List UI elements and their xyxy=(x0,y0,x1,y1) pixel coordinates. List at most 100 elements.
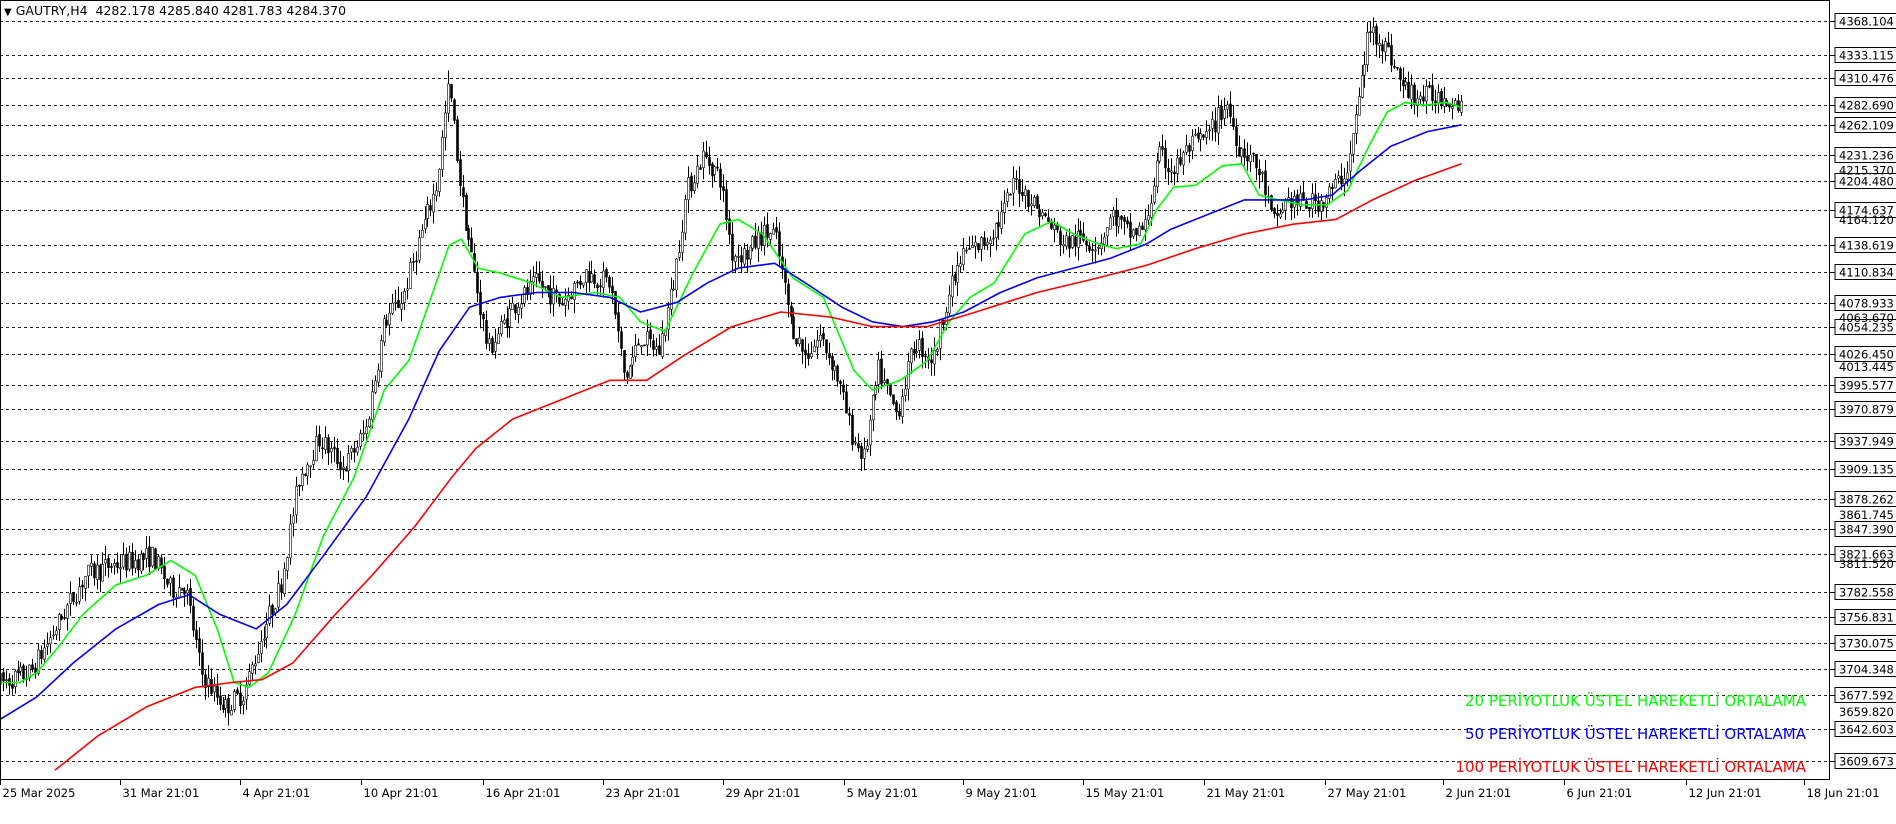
candle-body xyxy=(968,248,971,250)
candle-body xyxy=(1158,146,1161,162)
candle-body xyxy=(1106,227,1109,237)
candle-body xyxy=(406,288,409,291)
price-label: 4262.109 xyxy=(1839,119,1894,133)
candle-body xyxy=(848,413,851,416)
candle-body xyxy=(877,359,880,385)
candle-body xyxy=(99,564,102,580)
candle-body xyxy=(997,222,1000,228)
candle-body xyxy=(1352,133,1355,155)
candle-body xyxy=(163,565,166,580)
candle-body xyxy=(1079,229,1082,236)
candle-body xyxy=(377,369,380,383)
price-label: 4138.619 xyxy=(1839,239,1894,253)
candle-body xyxy=(195,629,198,640)
candle-body xyxy=(1293,195,1296,208)
candle-body xyxy=(330,448,333,452)
price-label: 3970.879 xyxy=(1839,403,1894,417)
candle-body xyxy=(400,303,403,310)
candle-body xyxy=(1097,246,1100,249)
candle-body xyxy=(1375,25,1378,45)
candle-body xyxy=(435,190,438,197)
candle-body xyxy=(63,617,66,619)
price-label: 4231.236 xyxy=(1839,149,1894,163)
candle-body xyxy=(1258,169,1261,176)
candle-body xyxy=(1413,84,1416,106)
candle-body xyxy=(438,168,441,192)
candle-body xyxy=(119,567,122,570)
candle-body xyxy=(1003,202,1006,213)
candle-body xyxy=(1126,220,1129,225)
candle-body xyxy=(260,640,263,654)
candle-body xyxy=(661,333,664,357)
candle-body xyxy=(1129,221,1132,238)
candle-body xyxy=(672,288,675,291)
candle-body xyxy=(1399,68,1402,80)
candle-body xyxy=(1012,177,1015,194)
candle-body xyxy=(734,255,737,262)
candle-body xyxy=(230,709,233,716)
candle-body xyxy=(470,237,473,253)
candle-body xyxy=(690,175,693,192)
candle-body xyxy=(860,445,863,460)
x-tick-label: 4 Apr 21:01 xyxy=(243,786,311,800)
candle-body xyxy=(277,583,280,608)
candle-body xyxy=(265,624,268,639)
candle-body xyxy=(169,577,172,584)
candle-body xyxy=(1331,186,1334,189)
candle-body xyxy=(271,604,274,615)
candle-body xyxy=(371,391,374,421)
price-axis: 4368.104 4333.115 4310.476 4282.690 4262.109… xyxy=(1830,13,1896,769)
candle-body xyxy=(986,242,989,245)
candle-body xyxy=(1378,43,1381,46)
candle-body xyxy=(681,231,684,253)
candle-body xyxy=(1437,92,1440,104)
candle-body xyxy=(1053,224,1056,231)
candle-body xyxy=(1346,172,1349,180)
candle-body xyxy=(1123,217,1126,222)
candle-body xyxy=(857,443,860,449)
candle-body xyxy=(1036,195,1039,209)
candle-body xyxy=(798,337,801,345)
candle-body xyxy=(421,230,424,238)
candle-body xyxy=(795,338,798,345)
candle-body xyxy=(523,287,526,304)
candle-body xyxy=(634,345,637,357)
candle-body xyxy=(1044,213,1047,217)
x-tick-label: 10 Apr 21:01 xyxy=(364,786,439,800)
candle-body xyxy=(898,411,901,417)
candle-body xyxy=(242,700,245,706)
candle-body xyxy=(874,385,877,395)
candle-body xyxy=(722,186,725,191)
candle-body xyxy=(1006,192,1009,202)
candle-body xyxy=(585,269,588,283)
candle-body xyxy=(549,288,552,305)
candle-body xyxy=(418,237,421,261)
candle-body xyxy=(49,637,52,645)
candle-body xyxy=(1071,235,1074,248)
candle-body xyxy=(842,384,845,393)
candle-body xyxy=(980,237,983,250)
candle-body xyxy=(1117,216,1120,227)
candle-body xyxy=(388,312,391,326)
candle-body xyxy=(1454,100,1457,106)
candle-body xyxy=(1252,152,1255,155)
dropdown-triangle-icon[interactable]: ▼ xyxy=(4,7,12,18)
candle-body xyxy=(965,249,968,252)
candle-body xyxy=(708,156,711,166)
candle-body xyxy=(1112,209,1115,218)
candle-body xyxy=(1235,126,1238,147)
candle-body xyxy=(1264,170,1267,195)
candle-body xyxy=(1422,96,1425,102)
candle-body xyxy=(989,239,992,244)
candle-body xyxy=(239,692,242,707)
candle-body xyxy=(128,551,131,570)
x-tick-label: 31 Mar 21:01 xyxy=(123,786,200,800)
candle-body xyxy=(766,224,769,238)
price-label-plain: 4215.370 xyxy=(1839,163,1894,177)
candle-body xyxy=(646,331,649,346)
candle-body xyxy=(573,283,576,300)
candle-body xyxy=(719,168,722,188)
candle-body xyxy=(298,484,301,487)
candle-body xyxy=(447,83,450,114)
price-label: 4078.933 xyxy=(1839,297,1894,311)
